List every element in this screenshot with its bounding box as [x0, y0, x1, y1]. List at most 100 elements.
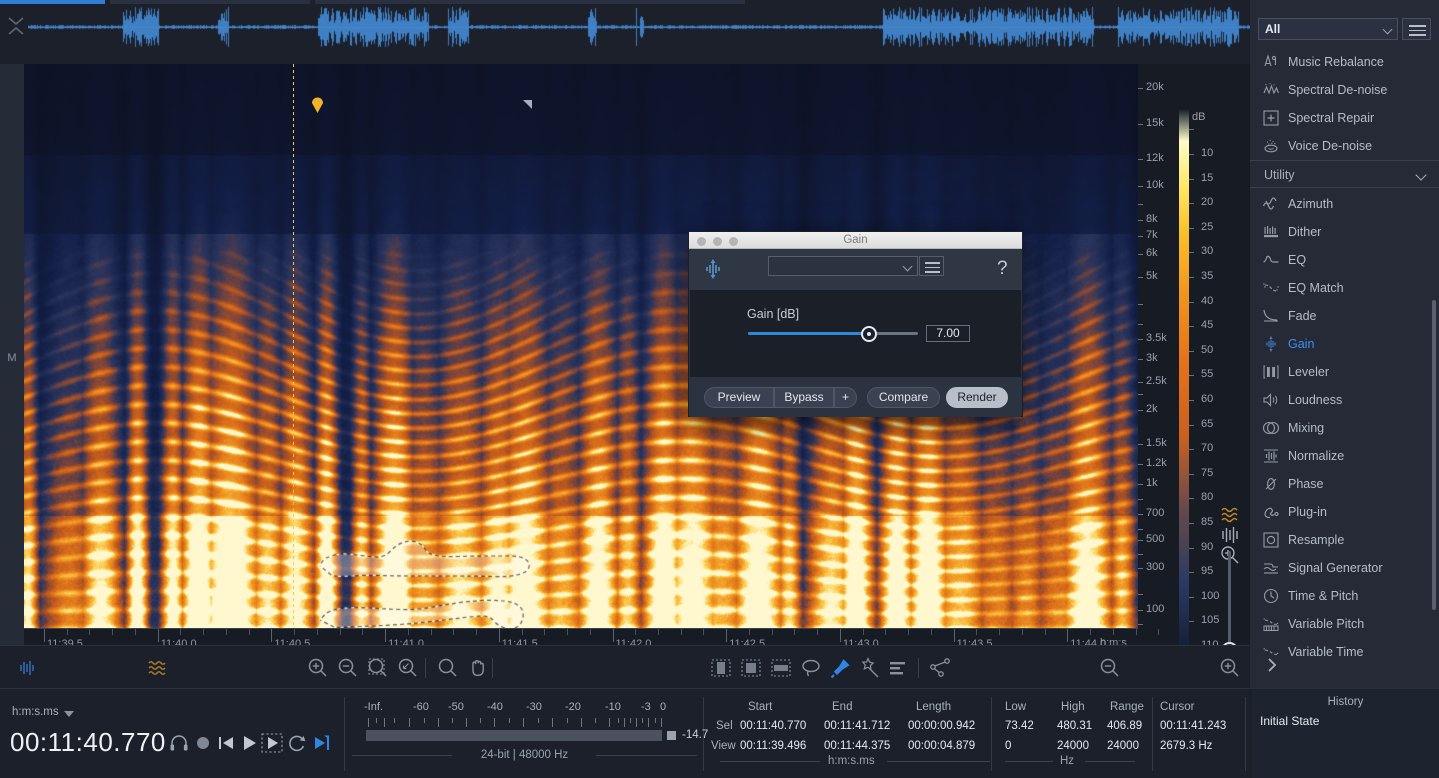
module-filter-select[interactable]: All — [1258, 18, 1398, 40]
time-frequency-selection-tool[interactable] — [739, 656, 763, 680]
db-tick-label: 105 — [1201, 614, 1220, 627]
meter-scale-label: -30 — [526, 701, 542, 713]
zoom-in-button[interactable] — [306, 656, 330, 680]
monitor-headphones-button[interactable] — [168, 732, 190, 754]
hand-tool-button[interactable] — [466, 656, 490, 680]
overview-tab-1[interactable] — [0, 0, 105, 4]
time-format-label[interactable]: h:m:s.ms — [12, 706, 59, 718]
add-preview-button[interactable]: + — [834, 387, 857, 408]
time-tick-minor — [589, 629, 591, 635]
spectrogram-mix-icon[interactable] — [1219, 524, 1241, 546]
module-item-variable-pitch[interactable]: Variable Pitch — [1250, 610, 1439, 638]
time-selection-tool[interactable] — [709, 656, 733, 680]
meter-tick — [624, 718, 625, 727]
overview-waveform[interactable] — [28, 6, 1250, 48]
module-item-signal-generator[interactable]: Signal Generator — [1250, 554, 1439, 582]
freq-tick-label: 1.5k — [1146, 437, 1167, 449]
eq-match-icon — [1262, 279, 1280, 297]
play-button[interactable] — [238, 732, 260, 754]
module-item-eq[interactable]: EQ — [1250, 246, 1439, 274]
harmonic-selection-tool[interactable] — [886, 656, 910, 680]
module-item-fade[interactable]: Fade — [1250, 302, 1439, 330]
module-item-plug-in[interactable]: Plug-in — [1250, 498, 1439, 526]
top-ruler[interactable] — [0, 48, 1250, 64]
info-column-end: End — [832, 701, 853, 713]
zoom-to-selection-button[interactable] — [366, 656, 390, 680]
frequency-selection-tool[interactable] — [769, 656, 793, 680]
playhead-marker[interactable] — [311, 96, 324, 113]
chevron-right-icon[interactable] — [1262, 655, 1282, 675]
plugin-icon — [1262, 503, 1280, 521]
selection-end-marker[interactable] — [523, 100, 532, 109]
history-panel: History Initial State — [1252, 690, 1439, 778]
preset-select[interactable] — [768, 256, 918, 276]
toolbar-divider-3 — [918, 658, 919, 678]
play-to-end-button[interactable] — [311, 732, 333, 754]
module-item-azimuth[interactable]: Azimuth — [1250, 190, 1439, 218]
zoom-out-button[interactable] — [336, 656, 360, 680]
spectrogram-intensity-icon[interactable] — [146, 656, 170, 680]
time-tick — [498, 629, 500, 642]
gain-dialog[interactable]: Gain Gain [dB] Preview Bypass + Compare … — [688, 231, 1023, 417]
lasso-selection-tool[interactable] — [799, 656, 823, 680]
question-mark-icon[interactable]: ? — [997, 258, 1008, 280]
hz-zoom-in-button[interactable] — [1218, 656, 1242, 680]
module-item-resample[interactable]: Resample — [1250, 526, 1439, 554]
module-item-music-rebalance[interactable]: Music Rebalance — [1250, 48, 1439, 76]
time-tick-minor — [748, 629, 750, 635]
zoom-fit-button[interactable] — [396, 656, 420, 680]
meter-tick — [384, 718, 385, 727]
history-item[interactable]: Initial State — [1260, 714, 1319, 728]
time-tick-minor — [817, 629, 819, 635]
record-button[interactable] — [192, 732, 214, 754]
caret-down-icon[interactable] — [64, 711, 74, 717]
module-item-gain[interactable]: Gain — [1250, 330, 1439, 358]
waveform-overlay-icon[interactable] — [1219, 504, 1241, 526]
time-tick-minor — [316, 629, 318, 635]
level-meter-clip-indicator[interactable] — [667, 731, 676, 740]
vertical-zoom-slider-track[interactable] — [1228, 551, 1231, 647]
gain-value-input[interactable]: 7.00 — [926, 325, 970, 342]
time-tick-minor — [339, 629, 341, 635]
module-item-mixing[interactable]: Mixing — [1250, 414, 1439, 442]
module-list[interactable]: Music Rebalance Spectral De-noise Spectral… — [1250, 48, 1439, 668]
render-button[interactable]: Render — [946, 387, 1008, 408]
preview-button[interactable]: Preview — [704, 387, 774, 408]
go-to-start-button[interactable] — [215, 732, 237, 754]
overview-tab-3[interactable] — [315, 0, 745, 4]
module-group-utility[interactable]: Utility — [1250, 160, 1439, 188]
preset-menu-button[interactable] — [919, 256, 944, 276]
module-item-label: Spectral De-noise — [1288, 83, 1388, 97]
overview-tab-2[interactable] — [110, 0, 310, 4]
pen-path-tool[interactable] — [928, 656, 952, 680]
module-item-leveler[interactable]: Leveler — [1250, 358, 1439, 386]
module-item-spectral-de-noise[interactable]: Spectral De-noise — [1250, 76, 1439, 104]
hz-zoom-out-button[interactable] — [1098, 656, 1122, 680]
module-menu-button[interactable] — [1402, 18, 1431, 40]
meter-tick — [438, 718, 439, 727]
module-item-loudness[interactable]: Loudness — [1250, 386, 1439, 414]
module-item-voice-de-noise[interactable]: Voice De-noise — [1250, 132, 1439, 160]
module-list-scrollbar[interactable] — [1432, 300, 1436, 610]
loop-button[interactable] — [286, 732, 308, 754]
compare-button[interactable]: Compare — [867, 387, 940, 408]
module-item-eq-match[interactable]: EQ Match — [1250, 274, 1439, 302]
brush-selection-tool[interactable] — [829, 656, 853, 680]
playhead-time-display[interactable]: 00:11:40.770 — [10, 727, 166, 758]
dialog-titlebar[interactable]: Gain — [689, 232, 1022, 249]
gain-slider-knob[interactable] — [861, 326, 877, 342]
bypass-button[interactable]: Bypass — [774, 387, 834, 408]
editor-toolbar: Instant process Attenuate — [0, 645, 1250, 688]
module-item-normalize[interactable]: Normalize — [1250, 442, 1439, 470]
module-item-time-pitch[interactable]: Time & Pitch — [1250, 582, 1439, 610]
play-selection-button[interactable] — [261, 732, 283, 754]
module-item-phase[interactable]: Phase — [1250, 470, 1439, 498]
db-tick — [1189, 523, 1194, 524]
module-item-dither[interactable]: Dither — [1250, 218, 1439, 246]
eq-icon — [1262, 251, 1280, 269]
magic-wand-tool[interactable] — [859, 656, 883, 680]
collapse-chevrons-icon[interactable] — [4, 12, 28, 40]
waveform-amplitude-icon[interactable] — [16, 656, 40, 680]
module-item-spectral-repair[interactable]: Spectral Repair — [1250, 104, 1439, 132]
magnify-tool-button[interactable] — [436, 656, 460, 680]
